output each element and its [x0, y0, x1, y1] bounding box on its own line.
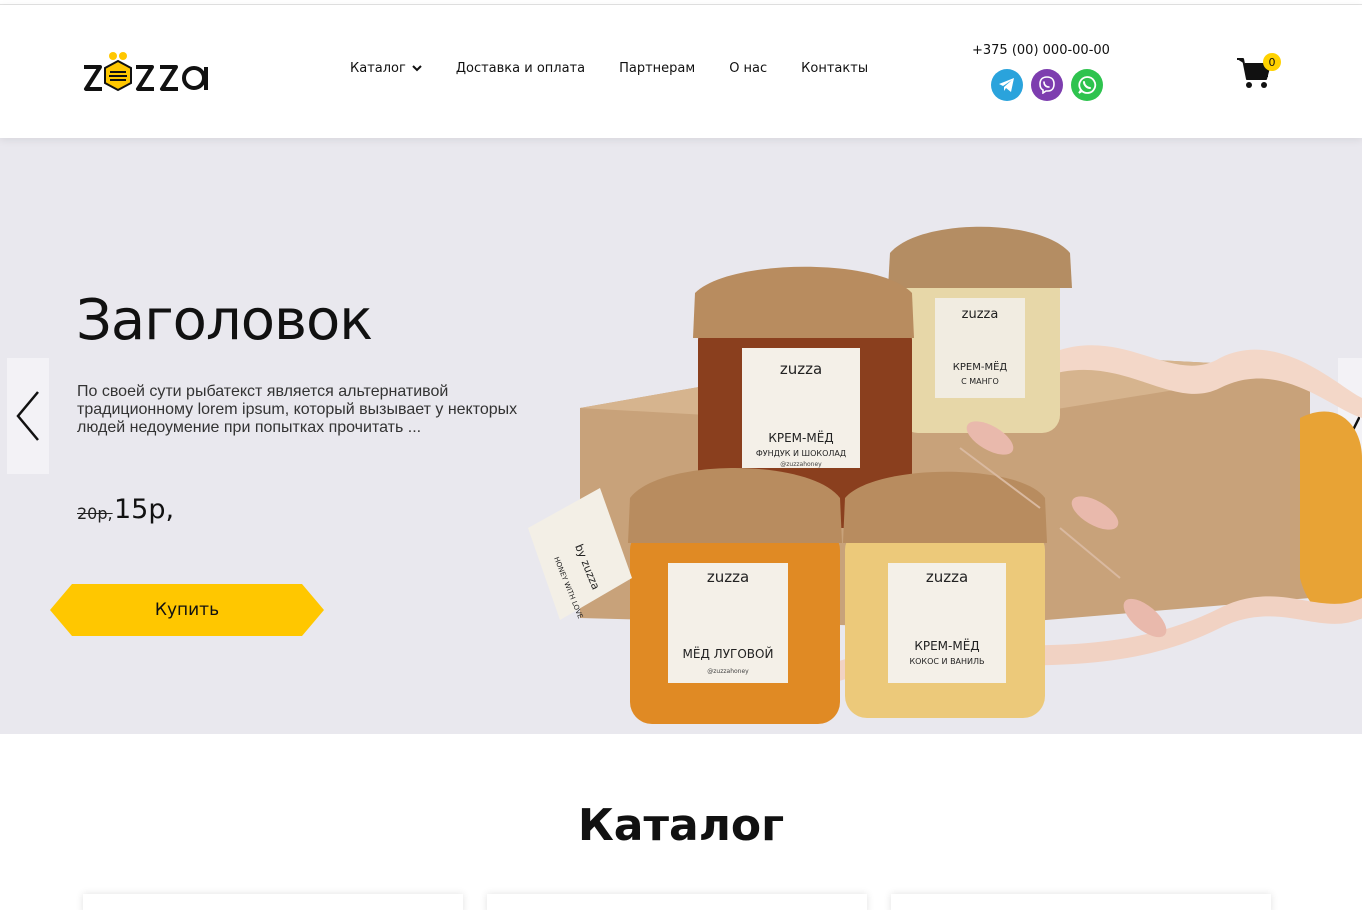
nav-delivery[interactable]: Доставка и оплата: [456, 61, 585, 76]
buy-button[interactable]: Купить: [50, 584, 324, 636]
slider-prev-button[interactable]: [7, 358, 49, 474]
jar-top-right-flavor: С МАНГО: [961, 377, 999, 386]
social-links: [991, 69, 1103, 101]
chevron-left-icon: [16, 391, 39, 441]
site-header: Каталог Доставка и оплата Партнерам О на…: [0, 5, 1362, 138]
phone-number[interactable]: +375 (00) 000-00-00: [972, 43, 1110, 58]
jar-top-left-name: КРЕМ-МЁД: [768, 430, 833, 445]
nav-catalog[interactable]: Каталог: [350, 61, 422, 76]
jar-top-left-handle: @zuzzahoney: [780, 461, 822, 468]
hero-description: По своей сути рыбатекст является альтерн…: [77, 383, 518, 436]
catalog-card[interactable]: [487, 894, 867, 910]
jar-top-right-name: КРЕМ-МЁД: [953, 360, 1008, 373]
main-nav: Каталог Доставка и оплата Партнерам О на…: [350, 61, 902, 76]
catalog-card[interactable]: [83, 894, 463, 910]
nav-contacts[interactable]: Контакты: [801, 61, 868, 76]
logo-mark: [84, 52, 208, 92]
jar-bottom-left-handle: @zuzzahoney: [707, 668, 749, 675]
cart-count-badge: 0: [1263, 53, 1281, 71]
jar-bottom-left-brand: zuzza: [707, 568, 749, 586]
chevron-down-icon: [412, 61, 422, 76]
hero-product-image: zuzza КРЕМ-МЁД С МАНГО zuzza КРЕМ-МЁД ФУ…: [528, 226, 1362, 724]
nav-partners[interactable]: Партнерам: [619, 61, 695, 76]
new-price: 15р,: [114, 494, 175, 525]
telegram-icon[interactable]: [991, 69, 1023, 101]
hero-title: Заголовок: [76, 288, 373, 353]
jar-bottom-right-name: КРЕМ-МЁД: [914, 638, 979, 653]
nav-about[interactable]: О нас: [729, 61, 767, 76]
jar-top-right-brand: zuzza: [962, 307, 999, 322]
cart-button[interactable]: 0: [1236, 53, 1282, 95]
jar-top-left-flavor: ФУНДУК И ШОКОЛАД: [756, 449, 846, 458]
jar-bottom-left-name: МЁД ЛУГОВОЙ: [683, 646, 774, 661]
jar-bottom-right-brand: zuzza: [926, 568, 968, 586]
jar-top-left-brand: zuzza: [780, 360, 822, 378]
viber-icon[interactable]: [1031, 69, 1063, 101]
catalog-title: Каталог: [577, 800, 785, 851]
logo[interactable]: [80, 45, 216, 101]
jar-bottom-right-flavor: КОКОС И ВАНИЛЬ: [909, 657, 984, 666]
nav-catalog-label: Каталог: [350, 61, 406, 76]
whatsapp-icon[interactable]: [1071, 69, 1103, 101]
old-price: 20р,: [77, 504, 113, 523]
catalog-card[interactable]: [891, 894, 1271, 910]
hero-slider: Заголовок По своей сути рыбатекст являет…: [0, 138, 1362, 734]
